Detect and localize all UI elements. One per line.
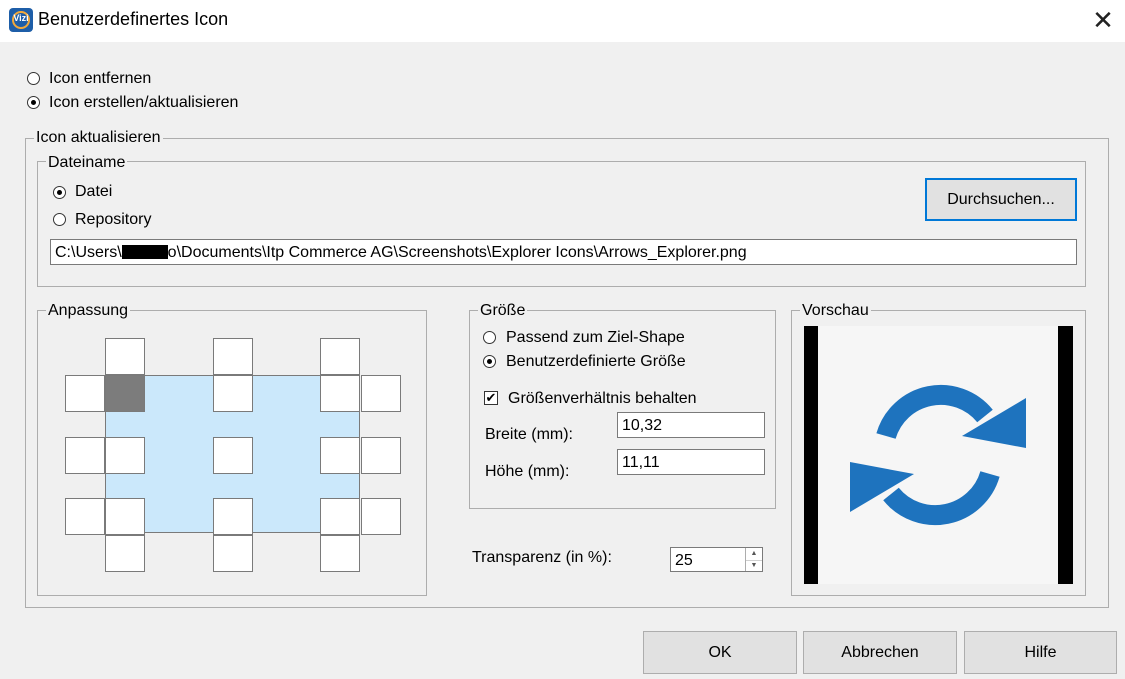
anchor-square[interactable] [213,437,253,474]
browse-button[interactable]: Durchsuchen... [925,178,1077,221]
help-button[interactable]: Hilfe [964,631,1117,674]
width-label: Breite (mm): [485,426,573,443]
anchor-square[interactable] [105,338,145,375]
remove-icon-radio[interactable] [27,72,40,85]
width-input[interactable]: 10,32 [617,412,765,438]
preview-frame [804,326,1073,584]
window-title: Benutzerdefinertes Icon [38,9,229,29]
create-icon-radio[interactable] [27,96,40,109]
anchor-square[interactable] [213,375,253,412]
file-label: Datei [75,183,113,200]
spin-down-icon[interactable]: ▼ [746,560,762,571]
anchor-square-selected[interactable] [105,375,145,412]
size-legend: Größe [478,302,528,320]
cancel-button[interactable]: Abbrechen [803,631,957,674]
anchor-square[interactable] [65,498,105,535]
custom-size-label: Benutzerdefinierte Größe [506,353,686,370]
ok-button-label: OK [708,643,732,661]
anchor-square[interactable] [320,375,360,412]
anchor-square[interactable] [361,498,401,535]
file-radio[interactable] [53,186,66,199]
anchor-square[interactable] [361,375,401,412]
remove-icon-label: Icon entfernen [49,70,152,87]
anchor-square[interactable] [65,437,105,474]
anchor-square[interactable] [65,375,105,412]
height-input[interactable]: 11,11 [617,449,765,475]
refresh-arrows-icon [850,384,1026,526]
app-logo-icon: Vizi [9,8,33,32]
anchor-square[interactable] [320,437,360,474]
adjust-legend: Anpassung [46,302,131,320]
repository-label: Repository [75,211,152,228]
fit-to-shape-label: Passend zum Ziel-Shape [506,329,685,346]
anchor-square[interactable] [320,498,360,535]
repository-radio[interactable] [53,213,66,226]
file-path-input[interactable]: C:\Users\ o\Documents\Itp Commerce AG\Scr… [50,239,1077,265]
keep-ratio-label: Größenverhältnis behalten [508,390,697,407]
custom-size-radio[interactable] [483,355,496,368]
filename-legend: Dateiname [46,154,128,172]
anchor-square[interactable] [213,535,253,572]
spinner-buttons: ▲ ▼ [745,548,762,571]
anchor-square[interactable] [213,338,253,375]
preview-canvas [818,326,1058,584]
redacted-username [121,245,168,259]
anchor-square[interactable] [213,498,253,535]
create-icon-label: Icon erstellen/aktualisieren [49,94,239,111]
anchor-square[interactable] [105,498,145,535]
browse-button-label: Durchsuchen... [947,190,1055,208]
update-icon-legend: Icon aktualisieren [34,129,163,147]
anchor-square[interactable] [105,437,145,474]
preview-legend: Vorschau [800,302,871,320]
anchor-square[interactable] [320,338,360,375]
transparency-value: 25 [675,552,693,569]
transparency-spinner[interactable]: 25 ▲ ▼ [670,547,763,572]
help-button-label: Hilfe [1024,643,1057,661]
anchor-square[interactable] [361,437,401,474]
anchor-square[interactable] [320,535,360,572]
anchor-square[interactable] [105,535,145,572]
transparency-label: Transparenz (in %): [472,549,612,566]
height-label: Höhe (mm): [485,463,570,480]
cancel-button-label: Abbrechen [841,643,919,661]
ok-button[interactable]: OK [643,631,797,674]
close-icon[interactable]: ✕ [1090,6,1116,34]
keep-ratio-checkbox[interactable]: ✔ [484,391,498,405]
fit-to-shape-radio[interactable] [483,331,496,344]
